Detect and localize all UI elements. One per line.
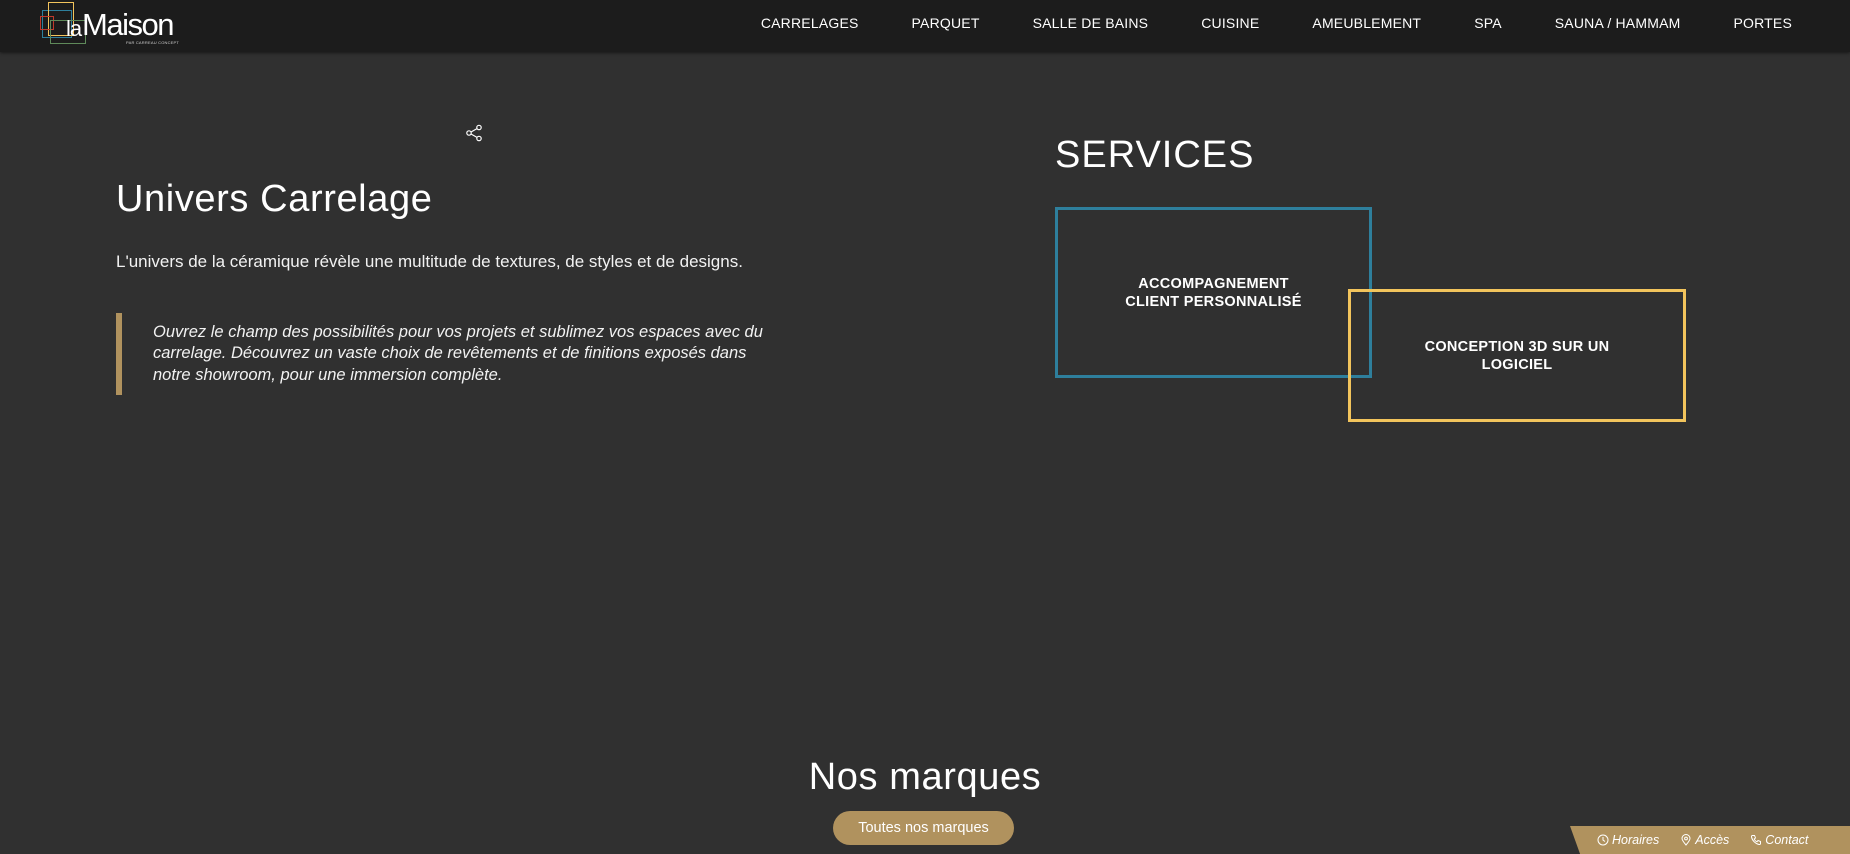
nav-item-carrelages[interactable]: CARRELAGES [761, 15, 859, 31]
contact-link-label: Contact [1765, 833, 1809, 847]
logo-la-text: la [66, 16, 82, 41]
service-card-label: ACCOMPAGNEMENT CLIENT PERSONNALISÉ [1125, 275, 1302, 310]
nav-item-sauna-hammam[interactable]: SAUNA / HAMMAM [1555, 15, 1681, 31]
nav-item-portes[interactable]: PORTES [1733, 15, 1792, 31]
nav-item-salle-de-bains[interactable]: SALLE DE BAINS [1033, 15, 1149, 31]
clock-icon [1597, 834, 1609, 846]
quote-block: Ouvrez le champ des possibilités pour vo… [116, 313, 766, 395]
brands-title: Nos marques [808, 756, 1042, 798]
share-icon[interactable] [465, 124, 483, 142]
nav-item-parquet[interactable]: PARQUET [912, 15, 980, 31]
phone-icon [1751, 835, 1762, 846]
site-logo[interactable]: la Maison PAR CARREAU CONCEPT [40, 2, 190, 46]
access-link-label: Accès [1695, 833, 1730, 847]
hours-link[interactable]: Horaires [1597, 833, 1659, 847]
all-brands-button[interactable]: Toutes nos marques [833, 811, 1014, 845]
service-card-accompagnement[interactable]: ACCOMPAGNEMENT CLIENT PERSONNALISÉ [1055, 207, 1372, 378]
contact-link[interactable]: Contact [1750, 833, 1808, 847]
service-card-label: CONCEPTION 3D SUR UN LOGICIEL [1424, 338, 1610, 373]
access-link[interactable]: Accès [1680, 833, 1729, 847]
site-header: la Maison PAR CARREAU CONCEPT CARRELAGES… [0, 0, 1850, 52]
page-title: Univers Carrelage [116, 178, 433, 220]
main-navigation: CARRELAGES PARQUET SALLE DE BAINS CUISIN… [761, 0, 1792, 46]
nav-item-spa[interactable]: SPA [1474, 15, 1502, 31]
services-title: SERVICES [1055, 134, 1255, 176]
hours-link-label: Horaires [1612, 833, 1660, 847]
location-pin-icon [1681, 834, 1691, 846]
nav-item-cuisine[interactable]: CUISINE [1201, 15, 1259, 31]
intro-text: L'univers de la céramique révèle une mul… [116, 252, 743, 271]
logo-subtitle: PAR CARREAU CONCEPT [126, 40, 180, 45]
logo-maison-text: Maison [82, 7, 174, 42]
nav-item-ameublement[interactable]: AMEUBLEMENT [1312, 15, 1421, 31]
service-card-conception-3d[interactable]: CONCEPTION 3D SUR UN LOGICIEL [1348, 289, 1686, 422]
bottom-info-bar: Horaires Accès Contact [1570, 826, 1850, 854]
